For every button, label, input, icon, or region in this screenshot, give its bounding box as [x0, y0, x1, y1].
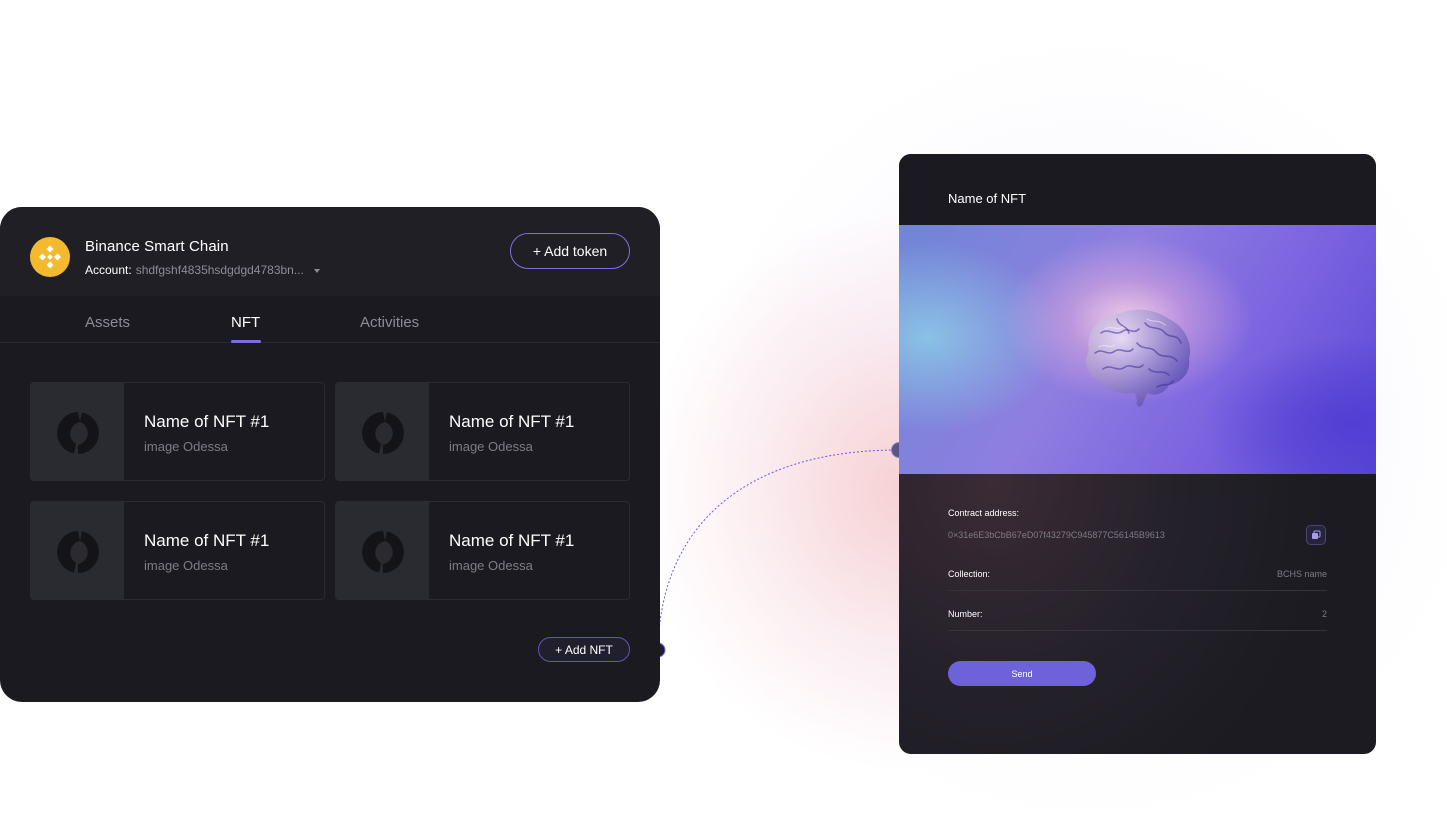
nft-name: Name of NFT #1: [449, 412, 575, 431]
collection-value: BCHS name: [1276, 569, 1327, 579]
account-label: Account:: [85, 263, 132, 277]
nft-card[interactable]: Name of NFT #1 image Odessa: [30, 382, 325, 481]
nft-name: Name of NFT #1: [144, 531, 270, 550]
wallet-panel: Binance Smart Chain Account: shdfgshf483…: [0, 207, 660, 702]
chevron-down-icon: [313, 268, 320, 273]
contract-address-label: Contract address:: [948, 508, 1020, 518]
nft-placeholder-icon: [31, 383, 124, 480]
nft-subtitle: image Odessa: [449, 439, 533, 454]
collection-label: Collection:: [948, 569, 991, 579]
tab-bar: Assets NFT Activities: [0, 296, 660, 343]
brain-icon: [1086, 309, 1191, 407]
active-tab-indicator: [231, 340, 261, 343]
nft-subtitle: image Odessa: [449, 558, 533, 573]
stage: Binance Smart Chain Account: shdfgshf483…: [0, 0, 1447, 840]
nft-name: Name of NFT #1: [144, 412, 270, 431]
nft-image: [899, 225, 1376, 474]
detail-title: Name of NFT: [948, 191, 1027, 206]
nft-card[interactable]: Name of NFT #1 image Odessa: [30, 501, 325, 600]
nft-subtitle: image Odessa: [144, 558, 228, 573]
add-token-button[interactable]: + Add token: [510, 233, 630, 269]
field-divider: [948, 630, 1327, 631]
nft-placeholder-icon: [336, 502, 429, 599]
chain-name: Binance Smart Chain: [85, 238, 229, 255]
nft-subtitle: image Odessa: [144, 439, 228, 454]
send-button[interactable]: Send: [948, 661, 1096, 686]
detail-header: Name of NFT: [899, 154, 1376, 225]
add-nft-button[interactable]: + Add NFT: [538, 637, 630, 662]
nft-placeholder-icon: [31, 502, 124, 599]
account-selector[interactable]: Account: shdfgshf4835hsdgdgd4783bn...: [85, 263, 320, 277]
tab-nft[interactable]: NFT: [231, 314, 260, 331]
nft-detail-panel: Name of NFT Contract address: 0×31e6E3bC…: [899, 154, 1376, 754]
binance-icon: [30, 237, 70, 277]
tab-activities[interactable]: Activities: [360, 314, 419, 331]
copy-icon[interactable]: [1306, 525, 1326, 545]
nft-name: Name of NFT #1: [449, 531, 575, 550]
number-value: 2: [1321, 609, 1327, 619]
tab-assets[interactable]: Assets: [85, 314, 130, 331]
nft-placeholder-icon: [336, 383, 429, 480]
nft-card[interactable]: Name of NFT #1 image Odessa: [335, 501, 630, 600]
field-divider: [948, 590, 1327, 591]
number-label: Number:: [948, 609, 983, 619]
wallet-header: Binance Smart Chain Account: shdfgshf483…: [0, 207, 660, 296]
nft-card[interactable]: Name of NFT #1 image Odessa: [335, 382, 630, 481]
account-value: shdfgshf4835hsdgdgd4783bn...: [135, 263, 304, 277]
contract-address-value: 0×31e6E3bCbB67eD07f43279C945877C56145B96…: [948, 530, 1165, 540]
